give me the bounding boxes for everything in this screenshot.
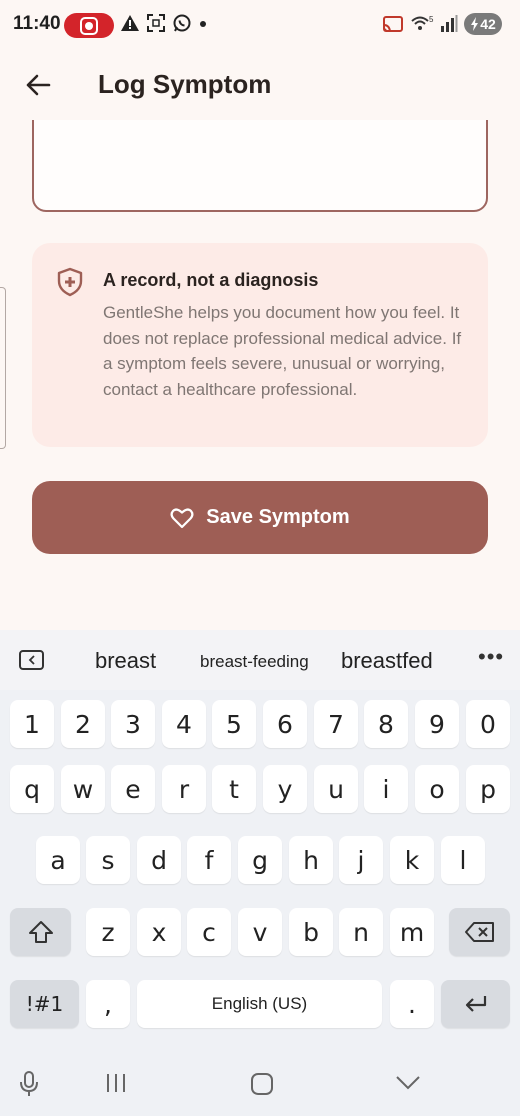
key-r[interactable]: r [162,765,206,813]
key-0[interactable]: 0 [466,700,510,748]
suggestion-3[interactable]: breastfed [341,648,433,674]
disclaimer-text: GentleShe helps you document how you fee… [103,303,462,399]
shift-key[interactable] [10,908,71,956]
disclaimer-title: A record, not a diagnosis [103,270,319,290]
key-n[interactable]: n [339,908,383,956]
key-p[interactable]: p [466,765,510,813]
disclaimer-card: A record, not a diagnosis GentleShe help… [32,243,488,447]
battery-level: 42 [480,16,496,32]
key-7[interactable]: 7 [314,700,358,748]
suggestion-bar: breast breast-feeding breastfed ••• [0,630,520,690]
key-y[interactable]: y [263,765,307,813]
key-m[interactable]: m [390,908,434,956]
key-h[interactable]: h [289,836,333,884]
key-k[interactable]: k [390,836,434,884]
navigation-bar [0,1052,520,1116]
key-a[interactable]: a [36,836,80,884]
comma-key[interactable]: , [86,980,130,1028]
page-title: Log Symptom [98,69,272,99]
heart-icon [170,507,194,528]
key-b[interactable]: b [289,908,333,956]
app-bar: Log Symptom [0,55,520,115]
microphone-icon[interactable] [18,1070,40,1098]
key-t[interactable]: t [212,765,256,813]
status-time: 11:40 [13,13,61,34]
cast-icon [383,16,403,32]
key-x[interactable]: x [137,908,181,956]
keyboard-toolbar-back-icon[interactable] [19,650,44,670]
key-8[interactable]: 8 [364,700,408,748]
key-l[interactable]: l [441,836,485,884]
shift-icon [28,921,53,943]
shield-medical-icon [57,267,83,297]
suggestion-2[interactable]: breast-feeding [200,652,309,672]
recent-apps-icon[interactable] [104,1072,128,1094]
home-icon[interactable] [250,1072,274,1096]
backspace-icon [464,922,494,942]
key-f[interactable]: f [187,836,231,884]
key-9[interactable]: 9 [415,700,459,748]
key-6[interactable]: 6 [263,700,307,748]
warning-icon [121,15,139,31]
save-symptom-button[interactable]: Save Symptom [32,481,488,554]
battery-icon: 42 [464,13,502,35]
key-4[interactable]: 4 [162,700,206,748]
symbols-key[interactable]: !#1 [10,980,79,1028]
key-i[interactable]: i [364,765,408,813]
key-d[interactable]: d [137,836,181,884]
key-1[interactable]: 1 [10,700,54,748]
key-o[interactable]: o [415,765,459,813]
key-e[interactable]: e [111,765,155,813]
on-screen-keyboard: breast breast-feeding breastfed ••• 1 2 … [0,630,520,1116]
arrow-left-icon [26,74,51,96]
screen-record-icon [64,13,114,38]
svg-text:5: 5 [429,15,434,24]
key-z[interactable]: z [86,908,130,956]
key-j[interactable]: j [339,836,383,884]
space-bar[interactable]: English (US) [137,980,382,1028]
signal-icon [441,15,458,32]
key-u[interactable]: u [314,765,358,813]
key-w[interactable]: w [61,765,105,813]
key-q[interactable]: q [10,765,54,813]
key-5[interactable]: 5 [212,700,256,748]
key-3[interactable]: 3 [111,700,155,748]
period-key[interactable]: . [390,980,434,1028]
key-s[interactable]: s [86,836,130,884]
enter-key[interactable] [441,980,510,1028]
key-c[interactable]: c [187,908,231,956]
key-g[interactable]: g [238,836,282,884]
whatsapp-icon [173,14,191,32]
scan-icon [147,14,165,32]
more-options-icon[interactable]: ••• [478,644,504,670]
save-button-label: Save Symptom [206,506,350,528]
edge-panel-handle[interactable] [0,287,6,449]
back-button[interactable] [20,67,56,103]
key-v[interactable]: v [238,908,282,956]
enter-icon [465,996,486,1012]
status-bar: 11:40 5 42 [0,0,520,50]
suggestion-1[interactable]: breast [95,648,156,674]
wifi-icon: 5 [411,15,434,30]
hide-keyboard-icon[interactable] [395,1074,421,1092]
key-2[interactable]: 2 [61,700,105,748]
dot-icon [200,21,206,27]
backspace-key[interactable] [449,908,510,956]
